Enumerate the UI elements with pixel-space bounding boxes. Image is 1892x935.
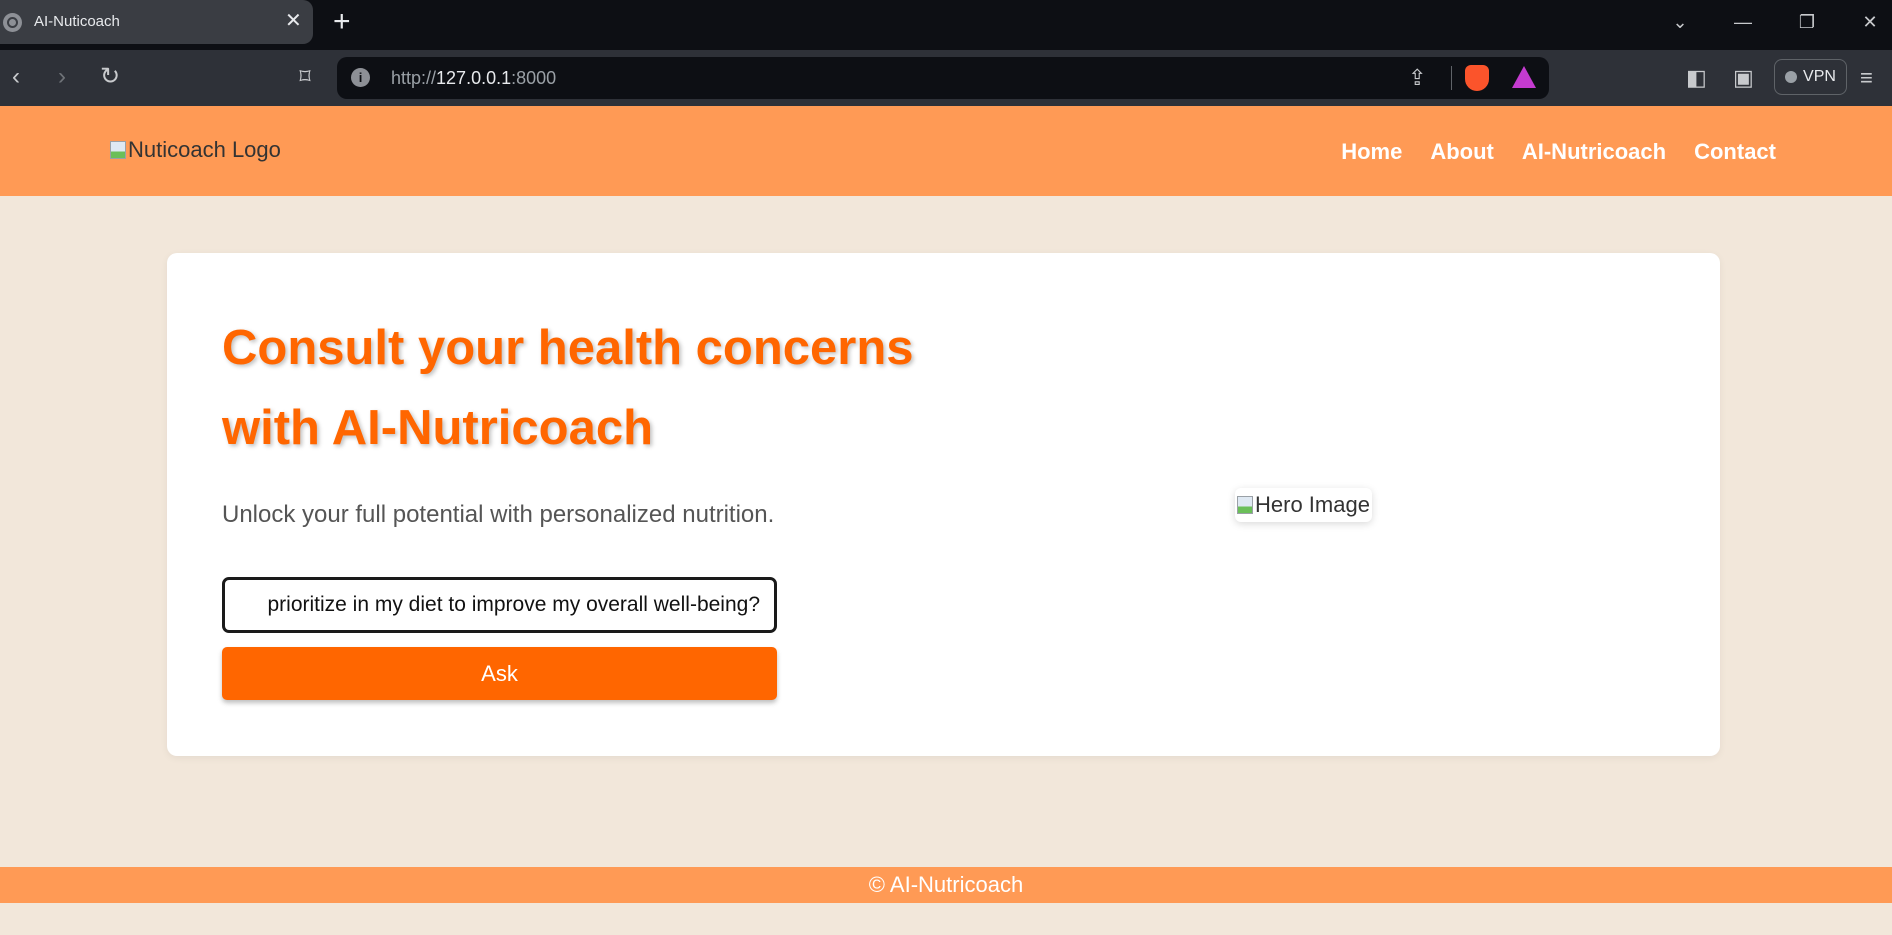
nav-ai-nutricoach[interactable]: AI-Nutricoach (1522, 138, 1666, 166)
url-port: :8000 (511, 68, 557, 88)
forward-icon[interactable]: › (47, 62, 77, 92)
reload-icon[interactable]: ↻ (95, 62, 125, 92)
url-text[interactable]: http://127.0.0.1:8000 (391, 66, 556, 90)
question-input[interactable] (222, 577, 777, 633)
hero-image-alt-text: Hero Image (1255, 492, 1370, 517)
logo-alt-text: Nuticoach Logo (128, 137, 281, 162)
hero-image: Hero Image (1235, 488, 1372, 522)
restore-icon[interactable]: ❐ (1792, 8, 1822, 36)
url-host: 127.0.0.1 (436, 68, 512, 88)
bookmark-icon[interactable]: ⌑ (290, 62, 320, 92)
nav-home[interactable]: Home (1341, 138, 1402, 166)
headline-line-2: with AI-Nutricoach (222, 401, 654, 455)
new-tab-button[interactable]: + (333, 6, 351, 38)
minimize-icon[interactable]: — (1728, 8, 1758, 36)
headline-line-1: Consult your health concerns (222, 321, 914, 375)
main-nav: Home About AI-Nutricoach Contact (1341, 138, 1776, 166)
brave-rewards-icon[interactable] (1512, 66, 1536, 88)
vpn-label: VPN (1803, 68, 1836, 85)
broken-image-icon (1237, 496, 1253, 514)
wallet-icon[interactable]: ▣ (1733, 63, 1754, 93)
site-logo[interactable]: Nuticoach Logo (110, 135, 281, 165)
close-tab-icon[interactable]: ✕ (285, 9, 302, 33)
ask-button[interactable]: Ask (222, 647, 777, 700)
vpn-button[interactable]: VPN (1774, 59, 1847, 95)
site-footer: © AI-Nutricoach (0, 867, 1892, 903)
nav-contact[interactable]: Contact (1694, 138, 1776, 166)
menu-icon[interactable]: ≡ (1860, 63, 1873, 93)
nav-about[interactable]: About (1430, 138, 1494, 166)
vpn-status-icon (1785, 71, 1798, 83)
browser-tab[interactable]: AI-Nuticoach ✕ (0, 0, 313, 44)
sidebar-icon[interactable]: ◧ (1686, 63, 1707, 93)
close-window-icon[interactable]: ✕ (1855, 8, 1885, 36)
url-scheme: http:// (391, 68, 437, 88)
broken-image-icon (110, 141, 126, 159)
tab-title: AI-Nuticoach (34, 13, 120, 30)
share-icon[interactable]: ⇪ (1408, 63, 1426, 93)
page-title: Consult your health concerns with AI-Nut… (222, 308, 982, 468)
brave-shields-icon[interactable] (1465, 65, 1489, 91)
tab-search-icon[interactable]: ⌄ (1665, 8, 1695, 36)
site-info-icon[interactable]: i (351, 68, 370, 87)
url-divider (1451, 66, 1452, 90)
globe-icon (3, 13, 22, 32)
subtitle: Unlock your full potential with personal… (222, 501, 775, 528)
back-icon[interactable]: ‹ (1, 62, 31, 92)
